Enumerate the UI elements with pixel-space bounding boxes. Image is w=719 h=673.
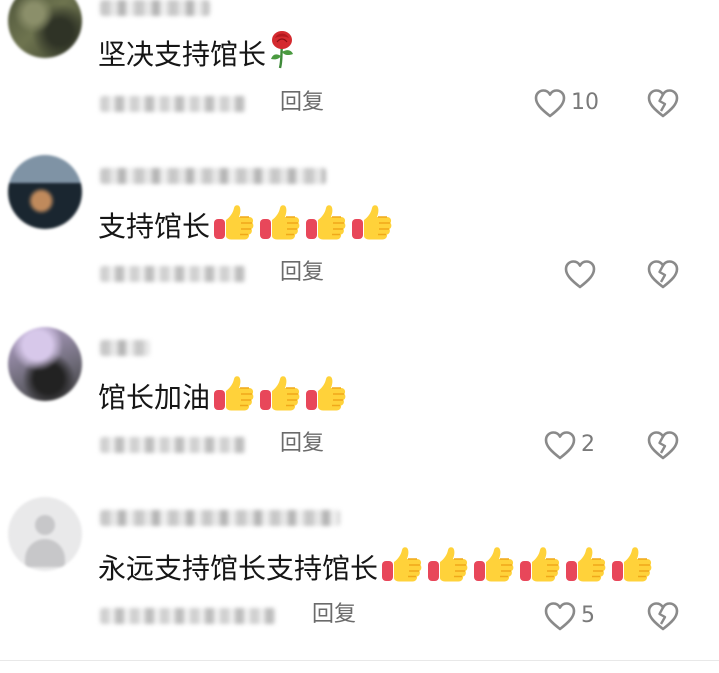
like-button[interactable]: 5 (543, 600, 603, 632)
like-button[interactable]: 2 (543, 429, 603, 461)
rose-icon (268, 30, 296, 81)
comment-text: 支持馆长 (98, 202, 394, 253)
comment-text: 馆长加油 (98, 373, 348, 424)
default-avatar-body (25, 539, 65, 567)
timestamp-location-blurred: ▒▒▒ ▒▒▒ (100, 266, 246, 282)
heart-outline-icon (544, 602, 576, 631)
broken-heart-icon (647, 431, 679, 460)
comment-text-content: 馆长加油 (98, 381, 211, 414)
thumbs-up-icon (304, 202, 348, 253)
avatar[interactable] (8, 0, 82, 58)
thumbs-up-icon (212, 373, 256, 424)
reply-button[interactable]: 回复 (312, 600, 356, 630)
comment-text: 坚决支持馆长 (98, 30, 296, 81)
reply-button[interactable]: 回复 (280, 258, 324, 288)
broken-heart-icon (647, 602, 679, 631)
thumbs-up-icon (304, 373, 348, 424)
broken-heart-icon (647, 260, 679, 289)
like-count: 5 (581, 603, 595, 628)
comment-text-content: 坚决支持馆长 (98, 38, 267, 71)
comment-text: 永远支持馆长支持馆长 (98, 544, 654, 595)
like-button[interactable]: 10 (533, 87, 603, 119)
dislike-button[interactable] (646, 600, 680, 632)
dislike-button[interactable] (646, 429, 680, 461)
thumbs-up-icon (350, 202, 394, 253)
dislike-button[interactable] (646, 258, 680, 290)
avatar[interactable] (8, 497, 82, 571)
username-blurred[interactable]: ▒▒▒ ▒▒▒ ▒▒▒▒ (100, 510, 340, 526)
like-count: 10 (571, 90, 599, 115)
timestamp-location-blurred: ▒▒▒▒▒ ▒▒ (100, 96, 246, 112)
thumbs-up-icon (610, 544, 654, 595)
like-count: 2 (581, 432, 595, 457)
thumbs-up-icon (212, 202, 256, 253)
heart-outline-icon (544, 431, 576, 460)
list-divider (0, 660, 719, 661)
thumbs-up-icon (258, 373, 302, 424)
thumbs-up-group (210, 205, 394, 243)
thumbs-up-icon (564, 544, 608, 595)
username-blurred[interactable]: ▒▒▒ ▒▒ (100, 0, 210, 16)
heart-outline-icon (564, 260, 596, 289)
timestamp-location-blurred: ▒▒▒ ▒▒▒▒ (100, 437, 246, 453)
thumbs-up-group (210, 376, 348, 414)
username-blurred[interactable]: ▒▒▒▒▒▒▒ ▒▒▒ (100, 168, 326, 184)
default-avatar-head (35, 515, 55, 535)
broken-heart-icon (647, 89, 679, 118)
comment-text-content: 永远支持馆长支持馆长 (98, 552, 379, 585)
heart-outline-icon (534, 89, 566, 118)
reply-button[interactable]: 回复 (280, 88, 324, 118)
thumbs-up-group (378, 547, 654, 585)
username-blurred[interactable]: ▒▒▒ (100, 340, 150, 356)
avatar[interactable] (8, 155, 82, 229)
avatar[interactable] (8, 327, 82, 401)
like-button[interactable] (563, 258, 599, 290)
dislike-button[interactable] (646, 87, 680, 119)
timestamp-location-blurred: ▒▒▒▒ ▒▒▒▒▒ (100, 608, 276, 624)
thumbs-up-icon (472, 544, 516, 595)
thumbs-up-icon (258, 202, 302, 253)
thumbs-up-icon (426, 544, 470, 595)
thumbs-up-icon (518, 544, 562, 595)
thumbs-up-icon (380, 544, 424, 595)
reply-button[interactable]: 回复 (280, 429, 324, 459)
comment-text-content: 支持馆长 (98, 210, 211, 243)
